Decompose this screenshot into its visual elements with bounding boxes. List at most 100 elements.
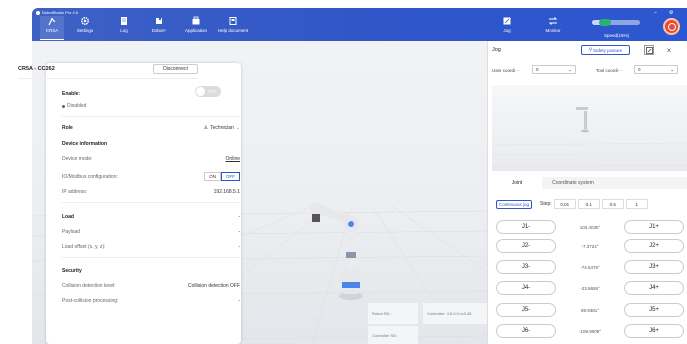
status-badge: Disabled bbox=[62, 103, 86, 109]
user-coord-label: User coordi··· bbox=[492, 68, 520, 73]
j4-value: -23.6655° bbox=[580, 285, 600, 291]
io-row: IO/Modbus configuration: ON OFF bbox=[62, 172, 240, 181]
tool-coord-value: 0 bbox=[638, 67, 641, 72]
divider bbox=[62, 257, 240, 258]
minimize-icon[interactable]: – bbox=[654, 10, 657, 16]
j6-minus-button[interactable]: J6- bbox=[496, 324, 556, 338]
j2-plus-button[interactable]: J2+ bbox=[624, 239, 684, 253]
io-switch[interactable]: ON OFF bbox=[204, 172, 240, 181]
preview-robot bbox=[491, 107, 687, 168]
tab-joint[interactable]: Joint bbox=[492, 177, 542, 189]
toolbar-jog-label: Jog bbox=[503, 28, 511, 33]
status-text: Disabled bbox=[67, 103, 87, 109]
role-value: Technician bbox=[210, 125, 234, 131]
chevron-down-icon: ⌄ bbox=[568, 66, 572, 72]
device-info-heading: Device information bbox=[62, 141, 108, 147]
disconnect-button[interactable]: Disconnect bbox=[153, 64, 198, 74]
safety-posture-button[interactable]: ⚲ Safety posture bbox=[581, 45, 630, 55]
speed-slider-handle[interactable] bbox=[599, 19, 612, 26]
divider bbox=[62, 202, 240, 203]
j6-plus-button[interactable]: J6+ bbox=[623, 324, 684, 338]
load-offset-value: - bbox=[238, 244, 240, 250]
role-select[interactable]: ♙ Technician ⌄ bbox=[204, 125, 240, 131]
step-option[interactable]: 1 bbox=[625, 199, 648, 209]
plugin-icon bbox=[156, 18, 162, 24]
status-dot-icon bbox=[62, 104, 65, 108]
collision-row: Collision detection level: Collision det… bbox=[62, 283, 240, 289]
ip-label: IP address: bbox=[62, 189, 88, 195]
role-label: Role bbox=[62, 125, 73, 131]
user-coord-select[interactable]: 0 ⌄ bbox=[532, 65, 576, 74]
speed-slider[interactable] bbox=[592, 19, 640, 26]
toolbar-application[interactable]: Application bbox=[180, 16, 212, 40]
enable-toggle[interactable]: OFF bbox=[195, 86, 221, 97]
security-heading: Security bbox=[62, 268, 82, 274]
toolbar-jog[interactable]: Jog bbox=[500, 16, 514, 40]
collision-value[interactable]: Collision detection OFF bbox=[188, 283, 240, 289]
robot-arm-model bbox=[310, 202, 363, 300]
app-logo-icon bbox=[36, 10, 40, 15]
j4-minus-button[interactable]: J4- bbox=[496, 281, 556, 295]
panel-title: CR5A - CC262 bbox=[18, 66, 55, 72]
jog-icon bbox=[503, 17, 511, 25]
toolbar-monitor[interactable]: Monitor bbox=[541, 16, 565, 40]
post-collision-value: - bbox=[238, 298, 240, 304]
post-collision-label: Post-collision processing: bbox=[62, 298, 119, 304]
safety-posture-label: Safety posture bbox=[593, 47, 623, 53]
load-offset-row: Load offset (x, y, z): - bbox=[62, 244, 240, 250]
application-icon bbox=[192, 16, 200, 25]
toolbar-crsa-label: CRSA bbox=[45, 28, 59, 33]
app-title-text: DobotStudio Pro 4.5 bbox=[42, 10, 79, 15]
jog-3d-preview[interactable] bbox=[491, 85, 687, 171]
payload-label: Payload bbox=[62, 229, 81, 235]
toolbar-crsa[interactable]: CRSA bbox=[40, 16, 64, 40]
role-row: Role ♙ Technician ⌄ bbox=[62, 125, 240, 131]
user-coord-value: 0 bbox=[536, 67, 539, 72]
step-option[interactable]: 0.5 bbox=[601, 199, 624, 209]
toolbar-dobot-plus[interactable]: Dobot+ bbox=[148, 16, 170, 40]
device-mode-label: Device mode: bbox=[62, 156, 93, 162]
device-mode-row: Device mode: Online bbox=[62, 156, 240, 162]
j1-value: 103.4035° bbox=[579, 224, 601, 230]
device-mode-value[interactable]: Online bbox=[226, 156, 240, 162]
j6-value: -109.9009° bbox=[578, 328, 602, 334]
step-option[interactable]: 0.01 bbox=[553, 199, 576, 209]
camera-view-icon[interactable] bbox=[644, 45, 654, 55]
emergency-stop-button[interactable] bbox=[663, 18, 680, 35]
gear-icon bbox=[80, 16, 90, 26]
toolbar-settings[interactable]: Settings bbox=[72, 16, 98, 40]
io-off-option[interactable]: OFF bbox=[221, 172, 240, 181]
j1-minus-button[interactable]: J1- bbox=[496, 220, 556, 234]
joint-row: J4- -23.6655° J4+ bbox=[496, 281, 684, 295]
load-row: Load - bbox=[62, 214, 240, 220]
view-cube-icon bbox=[645, 46, 653, 54]
toolbar-help-document-label: Help document bbox=[217, 28, 249, 33]
j4-plus-button[interactable]: J4+ bbox=[623, 281, 684, 295]
toolbar-log[interactable]: Log bbox=[116, 16, 132, 40]
continuous-jog-button[interactable]: Continuous jog bbox=[496, 199, 533, 209]
panel-header: CR5A - CC262 Disconnect bbox=[18, 64, 198, 74]
step-selector: Continuous jog Step: 0.01 0.1 0.5 1 bbox=[496, 198, 684, 210]
close-icon[interactable]: × bbox=[664, 45, 674, 55]
step-option[interactable]: 0.1 bbox=[577, 199, 600, 209]
j5-plus-button[interactable]: J5+ bbox=[623, 303, 684, 317]
j3-minus-button[interactable]: J3- bbox=[496, 260, 556, 274]
tool-coord-select[interactable]: 0 ⌄ bbox=[634, 65, 678, 74]
j2-minus-button[interactable]: J2- bbox=[496, 239, 556, 253]
collision-label: Collision detection level: bbox=[62, 283, 116, 289]
top-toolbar: DobotStudio Pro 4.5 CRSA Settings Log Do… bbox=[32, 8, 687, 41]
ip-value: 192.168.5.1 bbox=[213, 189, 240, 195]
settings-icon[interactable]: ⚙ bbox=[669, 10, 673, 16]
j5-value: 89.9381° bbox=[580, 307, 600, 313]
controller-sn-label: Controller SN : bbox=[372, 333, 399, 338]
j3-plus-button[interactable]: J3+ bbox=[623, 260, 684, 274]
enable-label: Enable: bbox=[62, 91, 81, 97]
jog-panel: Jog ⚲ Safety posture × User coordi··· 0 … bbox=[487, 41, 687, 344]
j5-minus-button[interactable]: J5- bbox=[496, 303, 556, 317]
j1-plus-button[interactable]: J1+ bbox=[623, 220, 684, 234]
jog-tabs: Joint Coordinate system bbox=[492, 177, 687, 189]
chevron-down-icon: ⌄ bbox=[235, 125, 240, 131]
toolbar-help-document[interactable]: Help document bbox=[215, 16, 251, 40]
tab-coordinate-system[interactable]: Coordinate system bbox=[544, 177, 602, 189]
io-on-option[interactable]: ON bbox=[204, 172, 221, 181]
